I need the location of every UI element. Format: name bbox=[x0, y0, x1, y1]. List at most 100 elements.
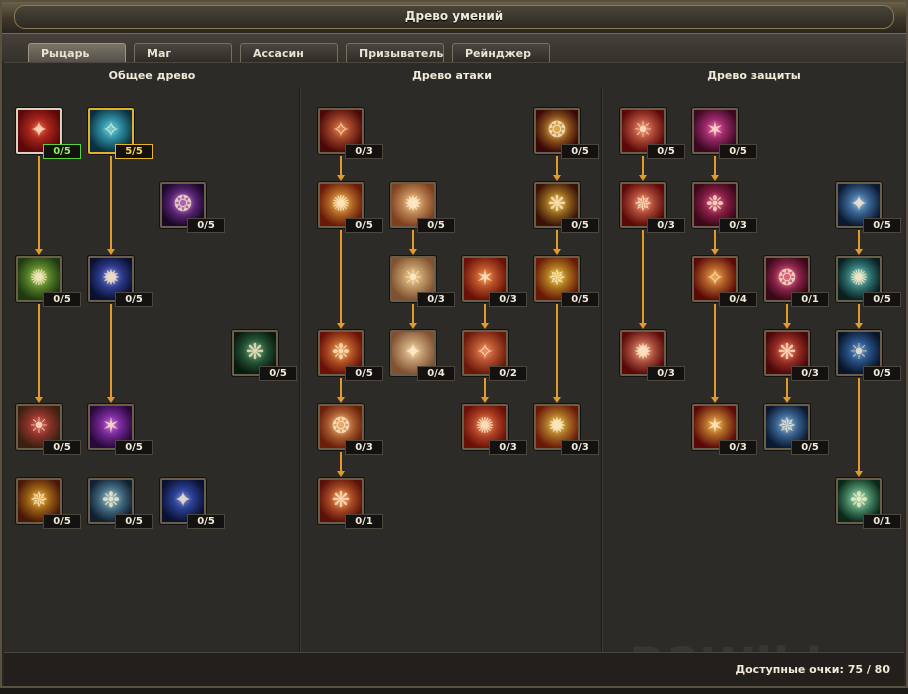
skill-level-badge: 0/5 bbox=[43, 514, 81, 529]
skill-g4[interactable]: ✺ 0/5 bbox=[16, 256, 81, 307]
skill-d10[interactable]: ❋ 0/3 bbox=[764, 330, 829, 381]
skill-a13[interactable]: ✺ 0/3 bbox=[462, 404, 527, 455]
skill-link-arrowhead bbox=[855, 323, 863, 329]
skill-level-badge: 5/5 bbox=[115, 144, 153, 159]
skill-g8[interactable]: ✶ 0/5 bbox=[88, 404, 153, 455]
skill-level-badge: 0/5 bbox=[259, 366, 297, 381]
skill-link-arrowhead bbox=[481, 397, 489, 403]
skill-d13[interactable]: ✵ 0/5 bbox=[764, 404, 829, 455]
skill-level-badge: 0/5 bbox=[345, 218, 383, 233]
skill-link-arrowhead bbox=[711, 249, 719, 255]
skill-link-arrowhead bbox=[409, 249, 417, 255]
skill-d12[interactable]: ✶ 0/3 bbox=[692, 404, 757, 455]
skill-a9[interactable]: ❉ 0/5 bbox=[318, 330, 383, 381]
skill-level-badge: 0/3 bbox=[345, 144, 383, 159]
skill-level-badge: 0/5 bbox=[719, 144, 757, 159]
skill-link-arrowhead bbox=[711, 397, 719, 403]
skill-level-badge: 0/5 bbox=[187, 218, 225, 233]
skill-link-arrowhead bbox=[35, 397, 43, 403]
skill-link-arrowhead bbox=[639, 323, 647, 329]
skill-link-arrowhead bbox=[409, 323, 417, 329]
skill-link-arrowhead bbox=[553, 175, 561, 181]
skill-link-arrowhead bbox=[855, 249, 863, 255]
skill-link-arrowhead bbox=[337, 175, 345, 181]
skill-link-arrowhead bbox=[639, 175, 647, 181]
skill-level-badge: 0/3 bbox=[647, 218, 685, 233]
skill-a2[interactable]: ❂ 0/5 bbox=[534, 108, 599, 159]
skill-d2[interactable]: ✶ 0/5 bbox=[692, 108, 757, 159]
skill-level-badge: 0/5 bbox=[43, 292, 81, 307]
skill-a15[interactable]: ❋ 0/1 bbox=[318, 478, 383, 529]
skill-a14[interactable]: ✹ 0/3 bbox=[534, 404, 599, 455]
skill-a5[interactable]: ❋ 0/5 bbox=[534, 182, 599, 233]
skill-link-arrowhead bbox=[553, 249, 561, 255]
skill-level-badge: 0/5 bbox=[791, 440, 829, 455]
skill-g9[interactable]: ✵ 0/5 bbox=[16, 478, 81, 529]
skill-level-badge: 0/3 bbox=[489, 292, 527, 307]
skill-level-badge: 0/3 bbox=[719, 440, 757, 455]
skill-level-badge: 0/5 bbox=[115, 514, 153, 529]
skill-link-arrowhead bbox=[855, 471, 863, 477]
skill-a8[interactable]: ✵ 0/5 bbox=[534, 256, 599, 307]
skill-d14[interactable]: ❉ 0/1 bbox=[836, 478, 901, 529]
footer-bar: Доступные очки: 75 / 80 bbox=[4, 652, 904, 686]
skill-level-badge: 0/3 bbox=[647, 366, 685, 381]
skill-link-arrowhead bbox=[481, 323, 489, 329]
skill-level-badge: 0/1 bbox=[345, 514, 383, 529]
available-points: Доступные очки: 75 / 80 bbox=[735, 663, 890, 676]
skill-a12[interactable]: ❂ 0/3 bbox=[318, 404, 383, 455]
skill-a3[interactable]: ✺ 0/5 bbox=[318, 182, 383, 233]
skill-g3[interactable]: ❂ 0/5 bbox=[160, 182, 225, 233]
skill-link-arrowhead bbox=[553, 397, 561, 403]
skill-tree-window: Древо умений Рыцарь Маг Ассасин Призыват… bbox=[0, 0, 908, 694]
skill-a7[interactable]: ✶ 0/3 bbox=[462, 256, 527, 307]
skill-g6[interactable]: ❋ 0/5 bbox=[232, 330, 297, 381]
skill-level-badge: 0/5 bbox=[561, 218, 599, 233]
skill-d5[interactable]: ✦ 0/5 bbox=[836, 182, 901, 233]
skill-d7[interactable]: ❂ 0/1 bbox=[764, 256, 829, 307]
skill-link-arrowhead bbox=[35, 249, 43, 255]
skill-d4[interactable]: ❉ 0/3 bbox=[692, 182, 757, 233]
skill-g1[interactable]: ✦ 0/5 bbox=[16, 108, 81, 159]
skill-level-badge: 0/5 bbox=[115, 440, 153, 455]
skill-level-badge: 0/5 bbox=[345, 366, 383, 381]
skill-g11[interactable]: ✦ 0/5 bbox=[160, 478, 225, 529]
skill-level-badge: 0/3 bbox=[791, 366, 829, 381]
skill-level-badge: 0/3 bbox=[417, 292, 455, 307]
skill-d1[interactable]: ☀ 0/5 bbox=[620, 108, 685, 159]
skill-d8[interactable]: ✺ 0/5 bbox=[836, 256, 901, 307]
skill-level-badge: 0/5 bbox=[647, 144, 685, 159]
skill-d9[interactable]: ✹ 0/3 bbox=[620, 330, 685, 381]
skill-g2[interactable]: ✧ 5/5 bbox=[88, 108, 153, 159]
skill-level-badge: 0/5 bbox=[417, 218, 455, 233]
skill-link-arrowhead bbox=[337, 323, 345, 329]
skill-a10[interactable]: ✦ 0/4 bbox=[390, 330, 455, 381]
skill-a1[interactable]: ✧ 0/3 bbox=[318, 108, 383, 159]
skill-g10[interactable]: ❉ 0/5 bbox=[88, 478, 153, 529]
skill-d11[interactable]: ☀ 0/5 bbox=[836, 330, 901, 381]
skill-level-badge: 0/5 bbox=[863, 366, 901, 381]
skill-level-badge: 0/5 bbox=[561, 144, 599, 159]
skill-level-badge: 0/1 bbox=[863, 514, 901, 529]
skill-level-badge: 0/5 bbox=[43, 144, 81, 159]
skill-level-badge: 0/2 bbox=[489, 366, 527, 381]
skill-a6[interactable]: ☀ 0/3 bbox=[390, 256, 455, 307]
skill-level-badge: 0/3 bbox=[719, 218, 757, 233]
skill-link-arrowhead bbox=[783, 323, 791, 329]
skill-link-arrowhead bbox=[783, 397, 791, 403]
skill-level-badge: 0/5 bbox=[561, 292, 599, 307]
skill-a4[interactable]: ✹ 0/5 bbox=[390, 182, 455, 233]
skill-d6[interactable]: ✧ 0/4 bbox=[692, 256, 757, 307]
skill-level-badge: 0/5 bbox=[863, 292, 901, 307]
skill-level-badge: 0/1 bbox=[791, 292, 829, 307]
skill-a11[interactable]: ✧ 0/2 bbox=[462, 330, 527, 381]
skill-link-arrowhead bbox=[337, 397, 345, 403]
skill-g5[interactable]: ✹ 0/5 bbox=[88, 256, 153, 307]
skill-level-badge: 0/5 bbox=[115, 292, 153, 307]
skill-g7[interactable]: ☀ 0/5 bbox=[16, 404, 81, 455]
skill-level-badge: 0/4 bbox=[719, 292, 757, 307]
skill-link-arrowhead bbox=[107, 397, 115, 403]
skill-link-arrowhead bbox=[337, 471, 345, 477]
skill-level-badge: 0/3 bbox=[345, 440, 383, 455]
skill-d3[interactable]: ✵ 0/3 bbox=[620, 182, 685, 233]
